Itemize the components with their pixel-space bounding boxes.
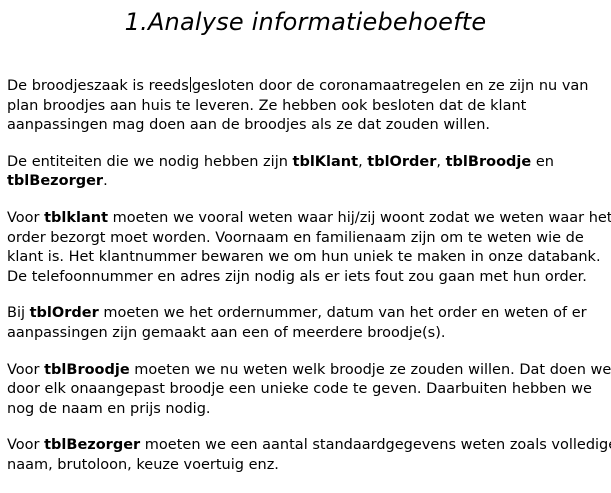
paragraph-line: De entiteiten die we nodig hebben zijn t… bbox=[7, 153, 607, 173]
line-text: moeten we het ordernummer, datum van het… bbox=[98, 305, 587, 322]
line-text: De broodjeszaak is reeds bbox=[7, 78, 189, 94]
line-text: moeten we een aantal standaardgegevens w… bbox=[140, 437, 611, 454]
line-text: , bbox=[358, 153, 368, 170]
paragraph-line: nog de naam en prijs nodig. bbox=[7, 400, 211, 417]
text-cursor bbox=[189, 77, 191, 92]
document-heading: 1.Analyse informatiebehoefte bbox=[124, 8, 487, 36]
line-text: moeten we vooral weten waar hij/zij woon… bbox=[108, 209, 611, 226]
paragraph-line: klant is. Het klantnummer bewaren we om … bbox=[7, 249, 601, 266]
line-text: moeten we nu weten welk broodje ze zoude… bbox=[129, 361, 611, 378]
line-text: gesloten door de coronamaatregelen en ze… bbox=[191, 78, 589, 94]
paragraph-line: tblBezorger. bbox=[7, 172, 607, 192]
paragraph-tblbezorger: Voor tblBezorger moeten we een aantal st… bbox=[7, 436, 611, 475]
entity-name: tblOrder bbox=[367, 153, 437, 170]
entity-name: tblKlant bbox=[292, 153, 359, 170]
paragraph-entities: De entiteiten die we nodig hebben zijn t… bbox=[7, 153, 607, 192]
paragraph-tblbroodje: Voor tblBroodje moeten we nu weten welk … bbox=[7, 361, 611, 420]
entity-name: tblBezorger bbox=[7, 173, 104, 190]
entity-name: tblOrder bbox=[29, 305, 99, 322]
entity-name: tblBezorger bbox=[44, 437, 141, 454]
line-text: De entiteiten die we nodig hebben zijn bbox=[7, 153, 293, 170]
entity-name: tblklant bbox=[44, 209, 109, 226]
paragraph-line: Voor tblBezorger moeten we een aantal st… bbox=[7, 436, 611, 456]
paragraph-line: aanpassingen mag doen aan de broodjes al… bbox=[7, 117, 490, 134]
entity-name: tblBroodje bbox=[44, 361, 130, 378]
line-text: en bbox=[531, 153, 554, 170]
paragraph-line: order bezorgt moet worden. Voornaam en f… bbox=[7, 229, 584, 246]
line-text: , bbox=[436, 153, 446, 170]
paragraph-line: Voor tblBroodje moeten we nu weten welk … bbox=[7, 361, 611, 381]
paragraph-line: De broodjeszaak is reeds gesloten door de… bbox=[7, 77, 607, 97]
paragraph-tblorder: Bij tblOrder moeten we het ordernummer, … bbox=[7, 304, 607, 343]
line-text: Voor bbox=[7, 437, 45, 454]
paragraph-line: Voor tblklant moeten we vooral weten waa… bbox=[7, 209, 611, 229]
document-body[interactable]: De broodjeszaak is reeds gesloten door de… bbox=[7, 77, 611, 493]
line-text: Voor bbox=[7, 361, 45, 378]
paragraph-line: naam, brutoloon, keuze voertuig enz. bbox=[7, 456, 279, 473]
paragraph-line: Bij tblOrder moeten we het ordernummer, … bbox=[7, 304, 607, 324]
line-text: . bbox=[103, 173, 108, 190]
paragraph-line: door elk onaangepast broodje een unieke … bbox=[7, 381, 592, 398]
paragraph-line: De telefoonnummer en adres zijn nodig al… bbox=[7, 268, 587, 285]
document-page[interactable]: 1.Analyse informatiebehoefte De broodjes… bbox=[0, 0, 611, 473]
paragraph-intro: De broodjeszaak is reeds gesloten door de… bbox=[7, 77, 607, 136]
line-text: Bij bbox=[7, 305, 30, 322]
entity-name: tblBroodje bbox=[445, 153, 532, 170]
line-text: Voor bbox=[7, 209, 45, 226]
paragraph-line: aanpassingen zijn gemaakt aan een of mee… bbox=[7, 324, 446, 341]
paragraph-line: plan broodjes aan huis te leveren. Ze he… bbox=[7, 97, 527, 114]
paragraph-tblklant: Voor tblklant moeten we vooral weten waa… bbox=[7, 209, 611, 287]
